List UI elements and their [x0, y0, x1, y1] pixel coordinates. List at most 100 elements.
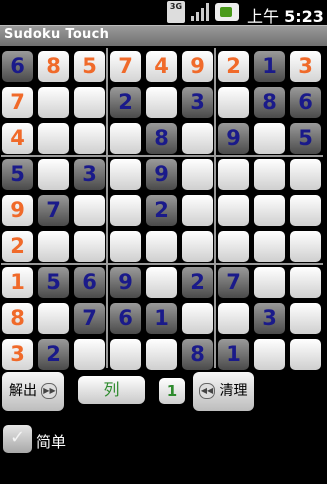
- cell-r2c3[interactable]: [74, 87, 105, 118]
- battery-charging-icon: [215, 3, 239, 21]
- simple-checkbox-label: 简单: [36, 433, 67, 451]
- cell-r6c3[interactable]: [74, 231, 105, 262]
- cell-r9c5[interactable]: [146, 339, 177, 370]
- cell-r3c4[interactable]: [110, 123, 141, 154]
- cell-r5c3[interactable]: [74, 195, 105, 226]
- cell-r5c6[interactable]: [182, 195, 213, 226]
- cell-r5c8[interactable]: [254, 195, 285, 226]
- cell-r6c5[interactable]: [146, 231, 177, 262]
- cell-r1c6[interactable]: 9: [182, 51, 213, 82]
- cell-r1c1[interactable]: 6: [2, 51, 33, 82]
- cell-r5c7[interactable]: [218, 195, 249, 226]
- cell-r5c2[interactable]: 7: [38, 195, 69, 226]
- cell-r3c9[interactable]: 5: [290, 123, 321, 154]
- cell-r9c2[interactable]: 2: [38, 339, 69, 370]
- cell-r9c1[interactable]: 3: [2, 339, 33, 370]
- cell-r8c6[interactable]: [182, 303, 213, 334]
- clear-button[interactable]: ◀◀ 清理: [193, 372, 254, 411]
- cell-r1c2[interactable]: 8: [38, 51, 69, 82]
- cell-r4c8[interactable]: [254, 159, 285, 190]
- cell-r6c7[interactable]: [218, 231, 249, 262]
- gridline-v-1: [106, 48, 108, 368]
- clear-label: 清理: [219, 383, 248, 399]
- cell-r7c2[interactable]: 5: [38, 267, 69, 298]
- cell-r3c6[interactable]: [182, 123, 213, 154]
- app-title: Sudoku Touch: [4, 27, 110, 42]
- cell-r7c3[interactable]: 6: [74, 267, 105, 298]
- cell-r4c9[interactable]: [290, 159, 321, 190]
- cell-r4c3[interactable]: 3: [74, 159, 105, 190]
- solve-button[interactable]: 解出 ▶▶: [2, 372, 64, 411]
- cell-r7c4[interactable]: 9: [110, 267, 141, 298]
- cell-r1c9[interactable]: 3: [290, 51, 321, 82]
- cell-r8c8[interactable]: 3: [254, 303, 285, 334]
- cell-r6c4[interactable]: [110, 231, 141, 262]
- cell-r2c7[interactable]: [218, 87, 249, 118]
- cell-r7c9[interactable]: [290, 267, 321, 298]
- cell-r6c6[interactable]: [182, 231, 213, 262]
- cell-r3c2[interactable]: [38, 123, 69, 154]
- 3g-network-icon: 3G: [167, 1, 185, 23]
- cell-r4c4[interactable]: [110, 159, 141, 190]
- cell-r3c5[interactable]: 8: [146, 123, 177, 154]
- cell-r2c9[interactable]: 6: [290, 87, 321, 118]
- cell-r7c7[interactable]: 7: [218, 267, 249, 298]
- cell-r9c6[interactable]: 8: [182, 339, 213, 370]
- cell-r6c1[interactable]: 2: [2, 231, 33, 262]
- gridline-h-1: [1, 155, 323, 157]
- cell-r9c9[interactable]: [290, 339, 321, 370]
- cell-r8c2[interactable]: [38, 303, 69, 334]
- cell-r8c9[interactable]: [290, 303, 321, 334]
- cell-r3c8[interactable]: [254, 123, 285, 154]
- cell-r7c5[interactable]: [146, 267, 177, 298]
- status-bar: 3G 上午 5:23: [0, 0, 327, 26]
- cell-r2c2[interactable]: [38, 87, 69, 118]
- mode-selector[interactable]: 列: [78, 376, 145, 404]
- cell-r3c1[interactable]: 4: [2, 123, 33, 154]
- cell-r8c1[interactable]: 8: [2, 303, 33, 334]
- simple-checkbox[interactable]: ✓: [3, 425, 32, 453]
- cell-r7c6[interactable]: 2: [182, 267, 213, 298]
- cell-r2c5[interactable]: [146, 87, 177, 118]
- cell-r6c9[interactable]: [290, 231, 321, 262]
- number-field[interactable]: 1: [159, 378, 185, 404]
- cell-r3c3[interactable]: [74, 123, 105, 154]
- cell-r3c7[interactable]: 9: [218, 123, 249, 154]
- cell-r9c8[interactable]: [254, 339, 285, 370]
- cell-r9c7[interactable]: 1: [218, 339, 249, 370]
- cell-r4c6[interactable]: [182, 159, 213, 190]
- cell-r1c5[interactable]: 4: [146, 51, 177, 82]
- cell-r4c5[interactable]: 9: [146, 159, 177, 190]
- status-clock: 上午 5:23: [247, 7, 324, 26]
- sudoku-board: 6857492137238648955399722156927876133281: [0, 46, 327, 370]
- cell-r5c5[interactable]: 2: [146, 195, 177, 226]
- gridline-h-2: [1, 263, 323, 265]
- cell-r4c7[interactable]: [218, 159, 249, 190]
- cell-r5c9[interactable]: [290, 195, 321, 226]
- cell-r1c7[interactable]: 2: [218, 51, 249, 82]
- cell-r1c4[interactable]: 7: [110, 51, 141, 82]
- cell-r9c4[interactable]: [110, 339, 141, 370]
- cell-r7c1[interactable]: 1: [2, 267, 33, 298]
- cell-r8c7[interactable]: [218, 303, 249, 334]
- cell-r4c1[interactable]: 5: [2, 159, 33, 190]
- cell-r8c5[interactable]: 1: [146, 303, 177, 334]
- cell-r6c8[interactable]: [254, 231, 285, 262]
- cell-r9c3[interactable]: [74, 339, 105, 370]
- cell-r2c6[interactable]: 3: [182, 87, 213, 118]
- cell-r1c3[interactable]: 5: [74, 51, 105, 82]
- cell-r6c2[interactable]: [38, 231, 69, 262]
- cell-r2c8[interactable]: 8: [254, 87, 285, 118]
- cell-r8c3[interactable]: 7: [74, 303, 105, 334]
- cell-r5c1[interactable]: 9: [2, 195, 33, 226]
- cell-r2c1[interactable]: 7: [2, 87, 33, 118]
- cell-r5c4[interactable]: [110, 195, 141, 226]
- cell-r7c8[interactable]: [254, 267, 285, 298]
- cell-r8c4[interactable]: 6: [110, 303, 141, 334]
- rewind-icon: ◀◀: [199, 383, 215, 399]
- cell-r2c4[interactable]: 2: [110, 87, 141, 118]
- cell-r1c8[interactable]: 1: [254, 51, 285, 82]
- cell-r4c2[interactable]: [38, 159, 69, 190]
- solve-label: 解出: [9, 383, 37, 399]
- fast-forward-icon: ▶▶: [41, 383, 58, 399]
